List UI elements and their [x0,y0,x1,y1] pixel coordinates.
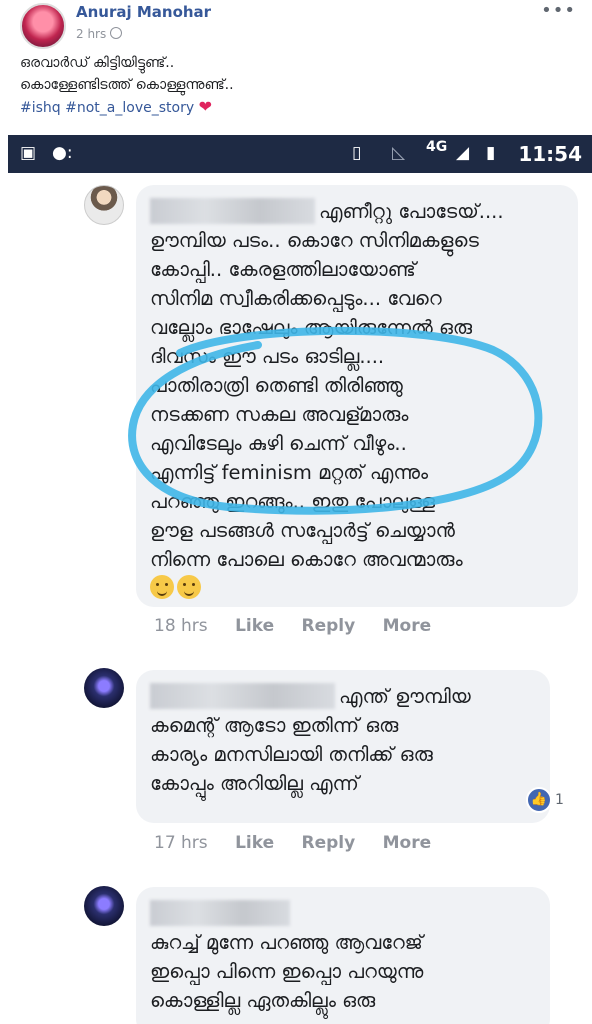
comment-bubble: കുറച്ച് മുന്നേ പറഞ്ഞു ആവറേജ് ഇപ്പൊ പിന്ന… [136,887,550,1024]
comment-line [150,899,536,928]
comment-line: എണീറ്റു പോടേയ്.... [150,197,564,226]
redacted-name [150,900,290,926]
comment-line: നിന്നെ പോലെ കൊറേ അവന്മാരും [150,548,463,571]
hashtags[interactable]: #ishq #not_a_love_story [20,100,194,116]
battery-icon: ▮ [486,143,496,163]
network-type: 4G [426,139,448,155]
like-button[interactable]: Like [235,616,274,636]
heart-icon: ❤ [198,97,212,116]
redacted-name [150,198,315,224]
comment-actions: 18 hrs Like Reply More [154,616,453,636]
smirk-emoji-icon [177,575,201,599]
like-count: 1 [555,792,564,808]
author-avatar[interactable] [20,3,66,49]
comment-line: വല്ലോം ഭാഷേലും ആയിരുന്നേൽ ഒരു [150,316,473,339]
post-line-1: ഒരവാർഡ് കിട്ടിയിട്ടുണ്ട്.. [20,55,175,71]
clock: 11:54 [518,142,582,166]
reply-button[interactable]: Reply [302,833,356,853]
comment-line: കാര്യം മനസിലായി തനിക്ക് ഒരു [150,743,433,766]
status-bar: ▣ ●: ▯ ◺ 4G ◢ ▮ 11:54 [8,135,592,173]
post-time[interactable]: 2 hrs [76,27,106,41]
post-timestamp[interactable]: 2 hrs [76,27,123,41]
more-options-icon[interactable]: ••• [541,0,576,21]
rolling-eyes-emoji-icon [150,575,174,599]
chat-heads-icon: ●: [52,143,73,163]
commenter-avatar[interactable] [84,668,124,708]
comment-line: എവിടേലും കുഴി ചെന്ന് വീഴും.. [150,432,407,455]
comment-line: എന്ത് ഊമ്പിയ [150,682,536,711]
comment-line: കമെന്റ് ആടോ ഇതിന്ന് ഒരു [150,714,399,737]
comment-bubble: എണീറ്റു പോടേയ്.... ഊമ്പിയ പടം.. കൊറേ സിന… [136,185,578,607]
comment-time[interactable]: 18 hrs [154,616,208,636]
commenter-avatar[interactable] [84,185,124,225]
emoji-row [150,574,564,603]
comment-line: ദിവസം ഈ പടം ഓടില്ല.... [150,345,385,368]
comment-line: കുറച്ച് മുന്നേ പറഞ്ഞു ആവറേജ് [150,931,423,954]
post-hashtag-line: #ishq #not_a_love_story ❤ [20,96,234,119]
more-button[interactable]: More [383,616,432,636]
no-signal-icon: ◺ [392,143,406,163]
redacted-name [150,683,335,709]
comment-line: കൊള്ളില്ല ഏതകില്ലും ഒരു [150,989,376,1012]
comment-line: സിനിമ സ്വീകരിക്കപ്പെടും... വേറെ [150,287,442,310]
comment-line: കോപ്പും അറിയില്ല എന്ന് [150,772,359,795]
comment-line: പറഞ്ഞു ഇറങ്ങും.. ഇതു പോലുള്ള [150,490,435,513]
comment-line: പാതിരാത്രി തെണ്ടി തിരിഞ്ഞു [150,374,403,397]
embedded-screenshot: ▣ ●: ▯ ◺ 4G ◢ ▮ 11:54 എണീറ്റു പോടേയ്....… [8,135,592,1024]
author-name[interactable]: Anuraj Manohar [76,3,211,21]
reply-button[interactable]: Reply [302,616,356,636]
comment-actions: 17 hrs Like Reply More [154,833,453,853]
thumbs-up-icon: 👍 [526,787,552,813]
vibrate-icon: ▯ [352,143,362,163]
post-line-2: കൊള്ളേണ്ടിടത്ത് കൊള്ളുന്നുണ്ട്.. [20,77,234,93]
comment-line: നടക്കണ സകല അവള്മാരും [150,403,409,426]
comment-line: ഊള പടങ്ങൾ സപ്പോർട്ട് ചെയ്യാൻ [150,519,455,542]
comment-line: കോപ്പി.. കേരളത്തിലായോണ്ട് [150,258,416,281]
comment-line: ഊമ്പിയ പടം.. കൊറേ സിനിമകളുടെ [150,229,479,252]
comment-line: ഇപ്പൊ പിന്നെ ഇപ്പൊ പറയുന്നു [150,960,424,983]
signal-icon: ◢ [456,143,470,163]
post-body: ഒരവാർഡ് കിട്ടിയിട്ടുണ്ട്.. കൊള്ളേണ്ടിടത്… [20,52,234,119]
comment-text: എന്ത് ഊമ്പിയ [339,685,471,708]
globe-icon [110,27,123,39]
commenter-avatar[interactable] [84,886,124,926]
comment-line: എന്നിട്ട് feminism മറ്റത് എന്നും [150,461,429,484]
like-button[interactable]: Like [235,833,274,853]
comment-bubble: എന്ത് ഊമ്പിയ കമെന്റ് ആടോ ഇതിന്ന് ഒരു കാര… [136,670,550,823]
facebook-post: Anuraj Manohar 2 hrs ••• ഒരവാർഡ് കിട്ടിയ… [0,0,592,135]
comment-text: എണീറ്റു പോടേയ്.... [319,200,504,223]
more-button[interactable]: More [383,833,432,853]
comment-time[interactable]: 17 hrs [154,833,208,853]
gallery-icon: ▣ [20,143,37,163]
reaction-count[interactable]: 👍 1 [526,787,564,813]
